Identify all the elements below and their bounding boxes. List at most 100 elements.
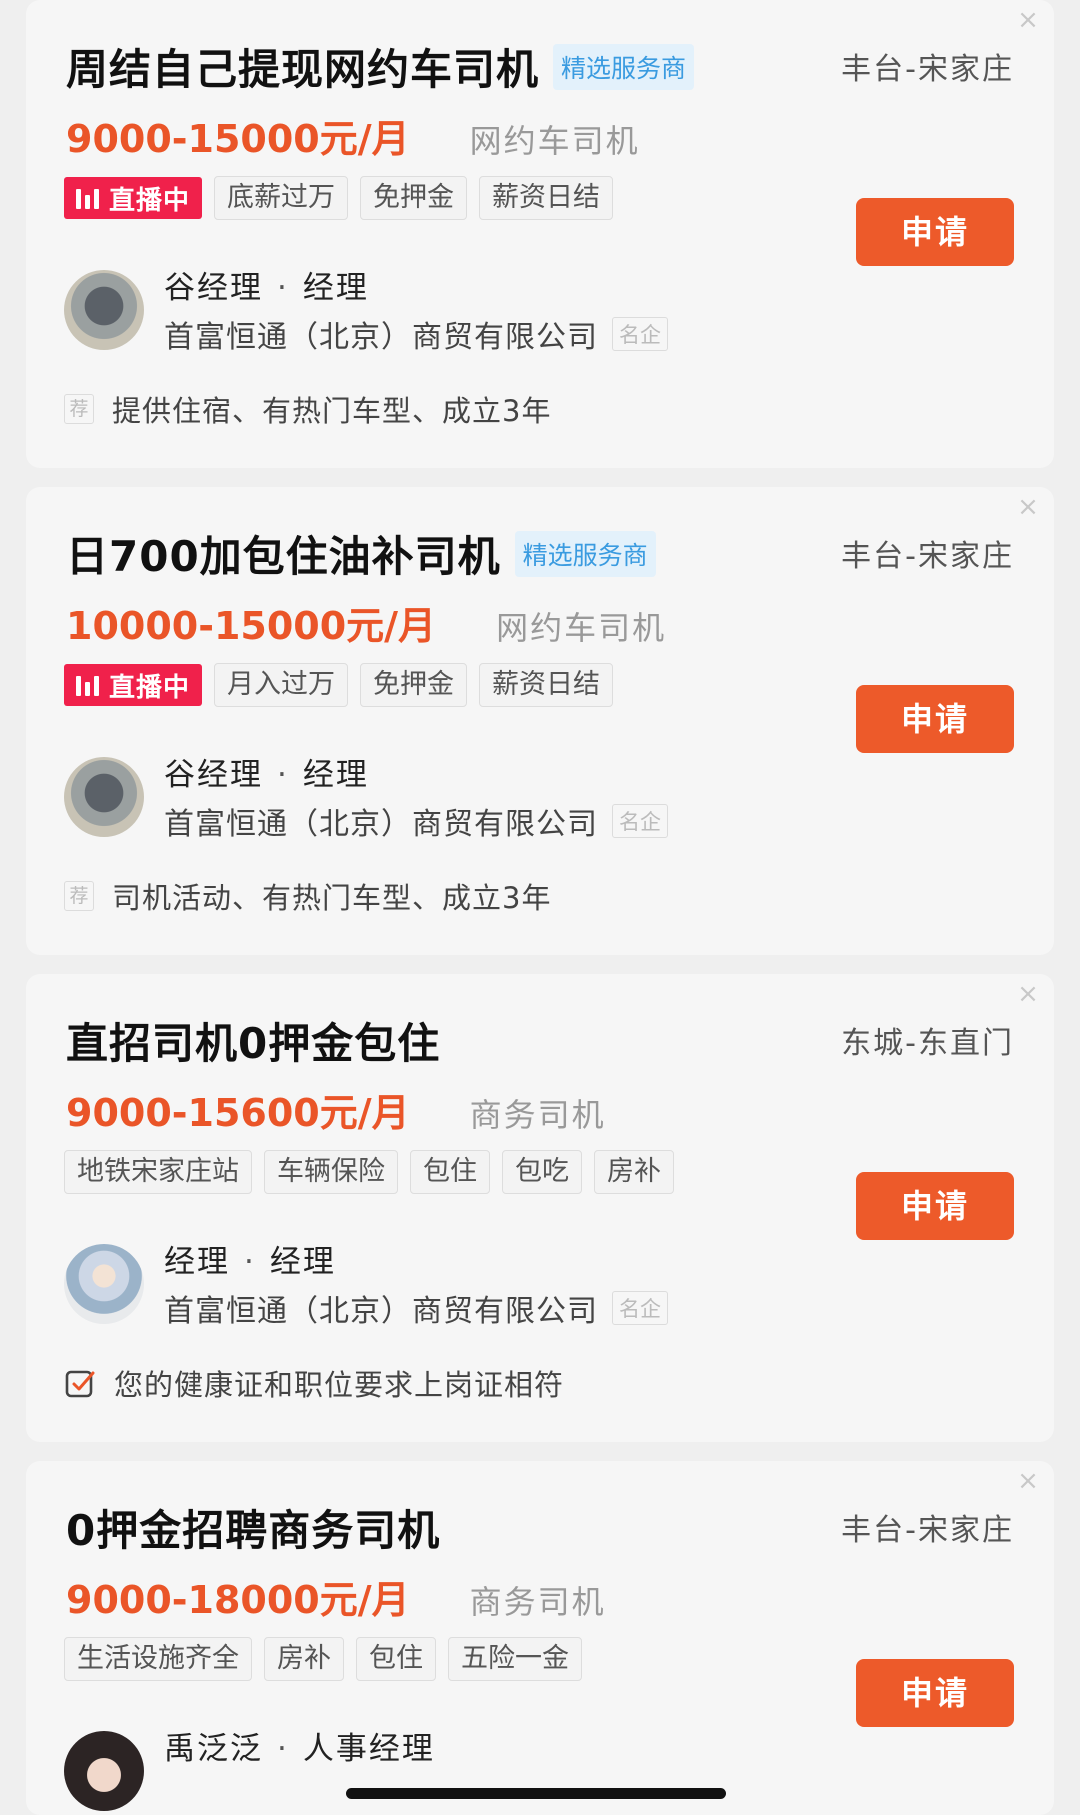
tag: 包住: [356, 1637, 436, 1681]
avatar[interactable]: [64, 757, 144, 837]
job-location: 丰台-宋家庄: [841, 539, 1014, 574]
match-row: 您的健康证和职位要求上岗证相符: [64, 1362, 564, 1404]
recruiter-title: 人事经理: [302, 1731, 435, 1767]
recruiter-info: 谷经理 · 经理: [164, 262, 369, 307]
recommend-row: 荐 提供住宿、有热门车型、成立3年: [64, 388, 551, 430]
tag: 免押金: [360, 176, 468, 220]
salary: 9000-18000元/月: [66, 1578, 410, 1622]
job-type: 商务司机: [469, 1096, 606, 1134]
tag: 房补: [594, 1150, 674, 1194]
recommend-icon: 荐: [64, 394, 94, 424]
checkbox-check-icon: [65, 1370, 95, 1398]
company-row: 首富恒通（北京）商贸有限公司 名企: [164, 1286, 668, 1330]
recruiter-name: 禹泛泛: [164, 1731, 263, 1767]
select-provider-badge: 精选服务商: [553, 43, 695, 90]
apply-button[interactable]: 申请: [856, 1172, 1014, 1240]
job-title-row: 日700加包住油补司机 精选服务商: [66, 523, 656, 584]
live-label: 直播中: [109, 185, 191, 216]
recruiter-info: 经理 · 经理: [164, 1236, 336, 1281]
company-name: 首富恒通（北京）商贸有限公司: [164, 320, 598, 355]
tag-list: 直播中 月入过万 免押金 薪资日结: [64, 663, 625, 707]
recommend-text: 司机活动、有热门车型、成立3年: [112, 881, 552, 915]
job-title-row: 周结自己提现网约车司机 精选服务商: [66, 36, 695, 97]
tag-list: 地铁宋家庄站 车辆保险 包住 包吃 房补: [64, 1150, 686, 1194]
live-bars-icon: [76, 187, 99, 209]
separator-dot: ·: [277, 757, 289, 793]
job-card[interactable]: × 日700加包住油补司机 精选服务商 丰台-宋家庄 10000-15000元/…: [26, 487, 1054, 955]
job-title: 直招司机0押金包住: [66, 1019, 441, 1068]
job-title: 日700加包住油补司机: [66, 532, 501, 581]
famous-company-badge: 名企: [612, 317, 668, 351]
company-name: 首富恒通（北京）商贸有限公司: [164, 807, 598, 842]
job-card[interactable]: × 0押金招聘商务司机 丰台-宋家庄 9000-18000元/月 商务司机 生活…: [26, 1461, 1054, 1815]
apply-button[interactable]: 申请: [856, 198, 1014, 266]
job-title-row: 0押金招聘商务司机: [66, 1497, 440, 1558]
company-name: 首富恒通（北京）商贸有限公司: [164, 1294, 598, 1329]
home-indicator[interactable]: [346, 1788, 726, 1799]
recruiter-title: 经理: [269, 1244, 336, 1280]
apply-button[interactable]: 申请: [856, 685, 1014, 753]
job-location: 丰台-宋家庄: [841, 52, 1014, 87]
salary-row: 9000-18000元/月 商务司机: [66, 1569, 606, 1624]
salary: 9000-15000元/月: [66, 117, 410, 161]
tag: 生活设施齐全: [64, 1637, 252, 1681]
company-row: 首富恒通（北京）商贸有限公司 名企: [164, 312, 668, 356]
avatar[interactable]: [64, 270, 144, 350]
tag: 地铁宋家庄站: [64, 1150, 252, 1194]
job-location: 丰台-宋家庄: [841, 1513, 1014, 1548]
recommend-icon: 荐: [64, 881, 94, 911]
recruiter-title: 经理: [302, 270, 369, 306]
close-icon[interactable]: ×: [1014, 980, 1042, 1008]
job-location: 东城-东直门: [841, 1026, 1014, 1061]
salary-row: 9000-15000元/月 网约车司机: [66, 108, 640, 163]
job-card[interactable]: × 周结自己提现网约车司机 精选服务商 丰台-宋家庄 9000-15000元/月…: [26, 0, 1054, 468]
job-type: 网约车司机: [469, 122, 640, 160]
live-badge[interactable]: 直播中: [64, 177, 203, 219]
tag: 薪资日结: [479, 663, 614, 707]
job-title: 0押金招聘商务司机: [66, 1506, 441, 1555]
tag: 五险一金: [448, 1637, 582, 1681]
live-bars-icon: [76, 674, 99, 696]
famous-company-badge: 名企: [612, 804, 668, 838]
company-row: 首富恒通（北京）商贸有限公司 名企: [164, 799, 668, 843]
job-type: 商务司机: [469, 1583, 606, 1621]
recommend-text: 提供住宿、有热门车型、成立3年: [112, 394, 552, 428]
salary-row: 9000-15600元/月 商务司机: [66, 1082, 606, 1137]
recruiter-name: 经理: [164, 1244, 230, 1280]
select-provider-badge: 精选服务商: [514, 530, 656, 577]
tag: 包住: [410, 1150, 490, 1194]
apply-button[interactable]: 申请: [856, 1659, 1014, 1727]
close-icon[interactable]: ×: [1014, 1467, 1042, 1495]
salary-row: 10000-15000元/月 网约车司机: [66, 595, 666, 650]
close-icon[interactable]: ×: [1014, 6, 1042, 34]
tag: 月入过万: [214, 663, 349, 707]
recruiter-title: 经理: [302, 757, 369, 793]
recruiter-name: 谷经理: [164, 270, 263, 306]
job-type: 网约车司机: [496, 609, 667, 647]
live-label: 直播中: [109, 672, 191, 703]
live-badge[interactable]: 直播中: [64, 664, 203, 706]
tag: 免押金: [360, 663, 468, 707]
famous-company-badge: 名企: [612, 1291, 668, 1325]
match-text: 您的健康证和职位要求上岗证相符: [114, 1368, 565, 1402]
recruiter-name: 谷经理: [164, 757, 263, 793]
avatar[interactable]: [64, 1244, 144, 1324]
separator-dot: ·: [277, 270, 289, 306]
tag: 房补: [264, 1637, 344, 1681]
tag-list: 直播中 底薪过万 免押金 薪资日结: [64, 176, 625, 220]
tag: 薪资日结: [479, 176, 614, 220]
salary: 10000-15000元/月: [66, 604, 437, 648]
tag-list: 生活设施齐全 房补 包住 五险一金: [64, 1637, 594, 1681]
job-title: 周结自己提现网约车司机: [66, 45, 540, 94]
recruiter-info: 禹泛泛 · 人事经理: [164, 1723, 435, 1768]
tag: 包吃: [502, 1150, 582, 1194]
job-card[interactable]: × 直招司机0押金包住 东城-东直门 9000-15600元/月 商务司机 地铁…: [26, 974, 1054, 1442]
recommend-row: 荐 司机活动、有热门车型、成立3年: [64, 875, 551, 917]
tag: 车辆保险: [264, 1150, 398, 1194]
salary: 9000-15600元/月: [66, 1091, 410, 1135]
tag: 底薪过万: [214, 176, 349, 220]
recruiter-info: 谷经理 · 经理: [164, 749, 369, 794]
close-icon[interactable]: ×: [1014, 493, 1042, 521]
separator-dot: ·: [277, 1731, 289, 1767]
avatar[interactable]: [64, 1731, 144, 1811]
